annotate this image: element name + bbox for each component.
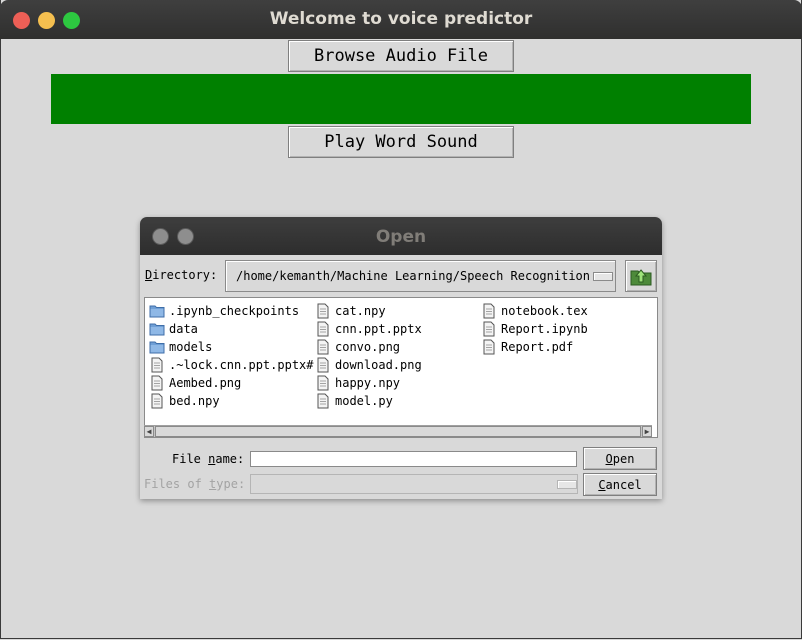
file-item-label: .ipynb_checkpoints: [169, 303, 300, 318]
file-icon: [315, 357, 331, 373]
directory-label: Directory:: [145, 268, 218, 282]
folder-up-icon: [630, 269, 652, 286]
open-file-dialog: Open Directory: /home/kemanth/Machine Le…: [140, 217, 662, 499]
file-name-label: File name:: [172, 452, 245, 466]
file-item-label: model.py: [335, 393, 393, 408]
file-item[interactable]: Aembed.png: [149, 374, 241, 391]
file-item-label: happy.npy: [335, 375, 401, 390]
file-name-input[interactable]: [250, 451, 577, 467]
folder-item[interactable]: models: [149, 338, 212, 355]
play-word-sound-button[interactable]: Play Word Sound: [288, 126, 514, 158]
directory-dropdown[interactable]: /home/kemanth/Machine Learning/Speech Re…: [225, 260, 616, 292]
file-item-label: .~lock.cnn.ppt.pptx#: [169, 357, 314, 372]
files-of-type-dropdown: [250, 474, 578, 494]
file-item[interactable]: .~lock.cnn.ppt.pptx#: [149, 356, 314, 373]
file-item-label: data: [169, 321, 198, 336]
scrollbar-thumb[interactable]: [155, 426, 641, 437]
dialog-titlebar: Open: [140, 217, 662, 255]
file-item[interactable]: bed.npy: [149, 392, 220, 409]
dialog-title: Open: [375, 227, 427, 247]
file-item[interactable]: cat.npy: [315, 302, 386, 319]
folder-icon: [149, 303, 165, 319]
file-item-label: cnn.ppt.pptx: [335, 321, 422, 336]
file-list[interactable]: .ipynb_checkpointsdata models .~lock.cnn.p…: [144, 297, 658, 438]
file-icon: [315, 375, 331, 391]
file-item-label: cat.npy: [335, 303, 386, 318]
folder-item[interactable]: .ipynb_checkpoints: [149, 302, 299, 319]
file-icon: [149, 357, 165, 373]
window-titlebar: Welcome to voice predictor: [0, 0, 802, 39]
scroll-left-icon[interactable]: ◀: [144, 426, 154, 437]
file-item-label: bed.npy: [169, 393, 220, 408]
file-item[interactable]: happy.npy: [315, 374, 400, 391]
horizontal-scrollbar[interactable]: ◀ ▶: [144, 425, 652, 437]
file-item-label: Aembed.png: [169, 375, 242, 390]
file-item-label: download.png: [335, 357, 422, 372]
file-icon: [315, 393, 331, 409]
cancel-button[interactable]: Cancel: [583, 473, 657, 496]
scroll-right-icon[interactable]: ▶: [642, 426, 652, 437]
dropdown-arrow-icon: [557, 480, 577, 489]
file-item[interactable]: model.py: [315, 392, 393, 409]
file-icon: [481, 321, 497, 337]
parent-directory-button[interactable]: [625, 260, 657, 292]
file-icon: [149, 393, 165, 409]
files-of-type-label: Files of type:: [144, 477, 246, 491]
file-item[interactable]: Report.pdf: [481, 338, 573, 355]
file-item[interactable]: notebook.tex: [481, 302, 588, 319]
file-icon: [149, 375, 165, 391]
directory-path: /home/kemanth/Machine Learning/Speech Re…: [236, 269, 591, 283]
file-item[interactable]: cnn.ppt.pptx: [315, 320, 422, 337]
folder-icon: [149, 321, 165, 337]
file-item-label: Report.ipynb: [501, 321, 588, 336]
file-item-label: notebook.tex: [501, 303, 588, 318]
prediction-display-bar: [51, 74, 751, 124]
file-item[interactable]: Report.ipynb: [481, 320, 588, 337]
file-icon: [315, 303, 331, 319]
file-item-label: models: [169, 339, 213, 354]
file-item-label: Report.pdf: [501, 339, 574, 354]
folder-item[interactable]: data: [149, 320, 198, 337]
open-button[interactable]: Open: [583, 447, 657, 470]
browse-audio-button[interactable]: Browse Audio File: [288, 40, 514, 72]
folder-icon: [149, 339, 165, 355]
dropdown-arrow-icon[interactable]: [593, 272, 613, 281]
window-title: Welcome to voice predictor: [269, 9, 533, 29]
file-icon: [481, 303, 497, 319]
file-icon: [481, 339, 497, 355]
file-item[interactable]: download.png: [315, 356, 422, 373]
file-icon: [315, 321, 331, 337]
file-icon: [315, 339, 331, 355]
file-item[interactable]: convo.png: [315, 338, 400, 355]
file-item-label: convo.png: [335, 339, 401, 354]
